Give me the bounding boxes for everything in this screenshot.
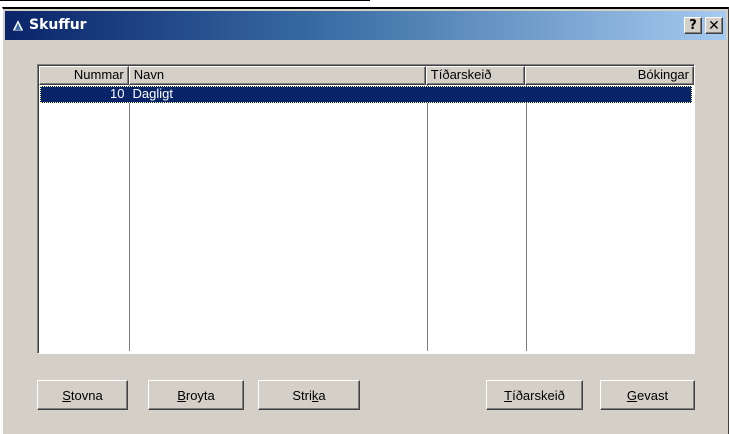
title-bar[interactable]: Skuffur ? ✕ (5, 11, 726, 40)
strika-label: a (318, 387, 326, 403)
column-header-navn[interactable]: Navn (128, 66, 426, 85)
gevast-label: evast (637, 387, 669, 403)
app-triangle-icon (11, 18, 25, 32)
strika-button[interactable]: Stri k a (258, 380, 360, 410)
column-divider (526, 85, 527, 351)
help-button[interactable]: ? (684, 17, 702, 34)
table-row[interactable]: 10 Dagligt (40, 86, 692, 103)
tidarskeid-label: íðarskeið (512, 387, 565, 403)
broyta-button[interactable]: Broyta (148, 380, 244, 410)
strika-label-pre: Stri (292, 387, 312, 403)
column-header-bokingar[interactable]: Bókingar (524, 66, 694, 85)
gevast-mnemonic: G (626, 387, 638, 403)
column-header-nummar[interactable]: Nummar (39, 66, 129, 85)
column-divider (129, 85, 130, 351)
close-button[interactable]: ✕ (705, 17, 723, 34)
stovna-label: tovna (70, 387, 103, 403)
broyta-label: royta (185, 387, 215, 403)
cell-bokingar (523, 86, 692, 103)
column-divider (427, 85, 428, 351)
top-edge-line (0, 0, 370, 1)
stovna-mnemonic: S (62, 387, 71, 403)
list-header: Nummar Navn Tíðarskeið Bókingar (39, 66, 694, 85)
cell-navn: Dagligt (132, 86, 173, 101)
close-icon: ✕ (708, 17, 720, 34)
drawers-list[interactable]: Nummar Navn Tíðarskeið Bókingar 10 Dagli… (37, 64, 695, 354)
column-header-tidarskeid[interactable]: Tíðarskeið (425, 66, 525, 85)
stovna-button[interactable]: Stovna (37, 380, 128, 410)
tidarskeid-button[interactable]: Tíðarskeið (486, 380, 583, 410)
gevast-button[interactable]: Gevast (600, 380, 695, 410)
window-title: Skuffur (29, 17, 87, 33)
help-icon: ? (689, 18, 697, 33)
cell-nummar: 10 (110, 86, 125, 101)
broyta-mnemonic: B (177, 387, 186, 403)
cell-tidarskeid (425, 86, 523, 103)
tidarskeid-mnemonic: T (504, 387, 513, 403)
